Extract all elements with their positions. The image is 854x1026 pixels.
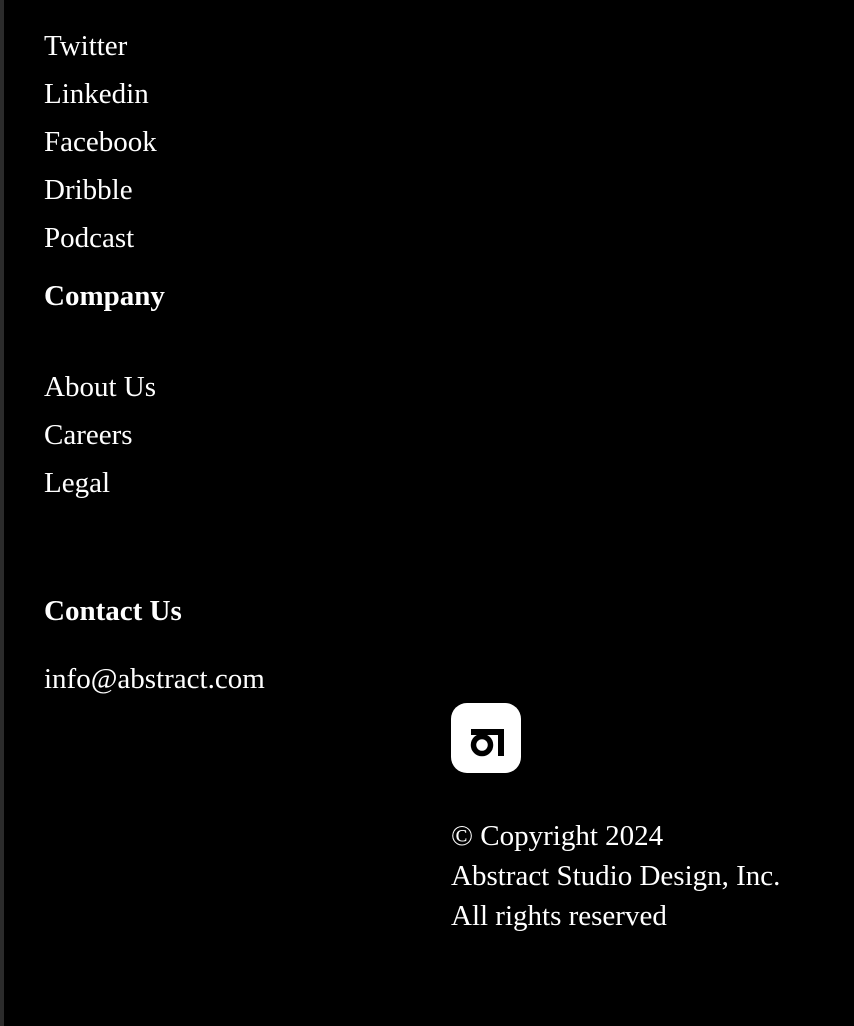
contact-heading: Contact Us	[44, 595, 182, 627]
footer-link-about-us[interactable]: About Us	[44, 369, 156, 405]
copyright-block: © Copyright 2024 Abstract Studio Design,…	[451, 816, 780, 936]
footer-link-linkedin[interactable]: Linkedin	[44, 76, 149, 112]
page-left-edge	[0, 0, 4, 1026]
footer-link-dribble[interactable]: Dribble	[44, 172, 133, 208]
contact-email-link[interactable]: info@abstract.com	[44, 661, 265, 697]
abstract-logo-icon[interactable]	[451, 703, 521, 773]
footer-link-careers[interactable]: Careers	[44, 417, 133, 453]
footer-link-twitter[interactable]: Twitter	[44, 28, 127, 64]
company-heading: Company	[44, 280, 165, 312]
footer-link-podcast[interactable]: Podcast	[44, 220, 134, 256]
footer-link-facebook[interactable]: Facebook	[44, 124, 157, 160]
company-name-line: Abstract Studio Design, Inc.	[451, 860, 781, 892]
copyright-line: © Copyright 2024	[451, 820, 664, 852]
footer-link-legal[interactable]: Legal	[44, 465, 110, 501]
rights-line: All rights reserved	[451, 900, 667, 932]
